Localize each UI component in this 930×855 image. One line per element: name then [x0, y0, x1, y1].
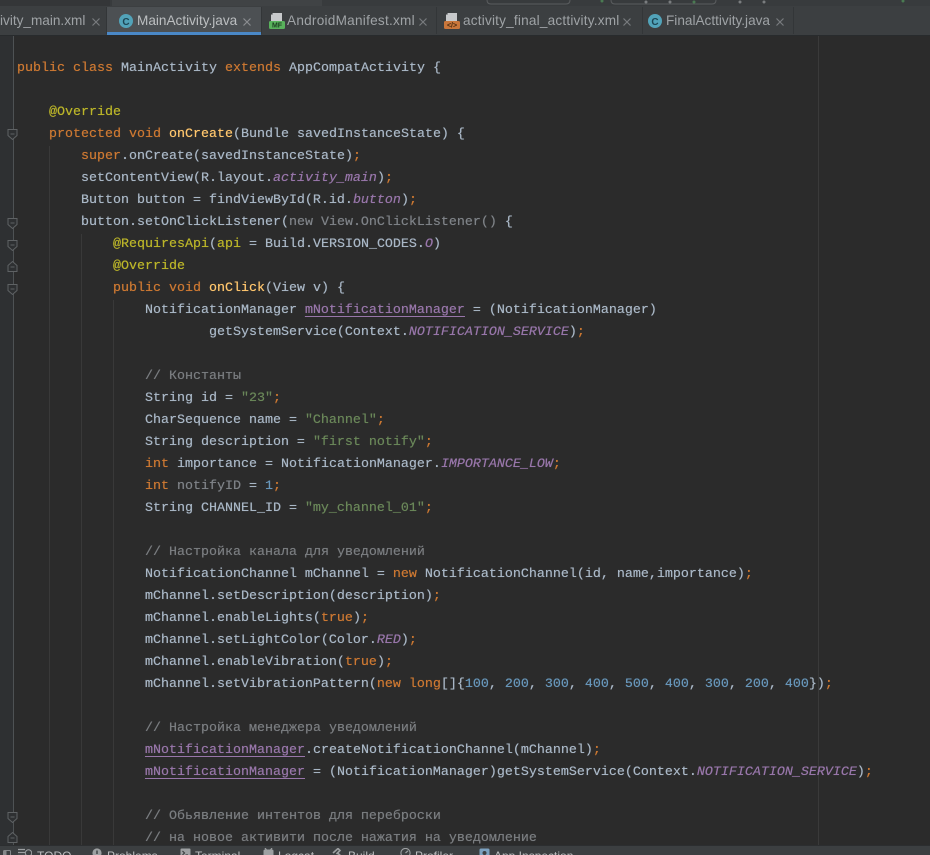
svg-text:</>: </> [447, 23, 457, 30]
svg-text:MF: MF [272, 23, 283, 30]
svg-text:C: C [651, 17, 658, 28]
svg-text:C: C [122, 17, 129, 28]
